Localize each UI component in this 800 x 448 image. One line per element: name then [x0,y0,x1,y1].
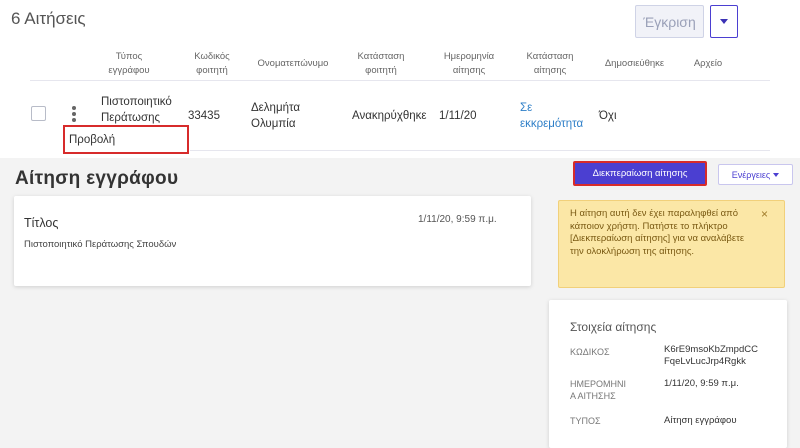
chevron-down-icon [773,172,780,177]
close-icon[interactable]: × [761,207,768,221]
alert-message: Η αίτηση αυτή δεν έχει παραληφθεί από κά… [570,208,745,257]
row-menu-kebab-icon[interactable] [71,105,77,125]
table-divider [190,150,770,151]
type-label: ΤΥΠΟΣ [570,416,601,426]
column-header-file[interactable]: Αρχείο [688,57,728,71]
process-request-button[interactable]: Διεκπεραίωση αίτησης [573,161,707,186]
column-header-request-date[interactable]: Ημερομηνία αίτησης [435,50,503,78]
cell-request-status-link[interactable]: Σε εκκρεμότητα [520,100,583,132]
cell-request-date: 1/11/20 [439,110,477,122]
request-timestamp: 1/11/20, 9:59 π.μ. [418,214,497,225]
bulk-actions-dropdown-button[interactable] [710,5,738,38]
chevron-down-icon [720,19,728,24]
column-header-student-status[interactable]: Κατάσταση φοιτητή [352,50,410,78]
row-select-checkbox[interactable] [31,106,46,121]
table-divider [30,80,770,81]
column-header-full-name[interactable]: Ονοματεπώνυμο [253,57,333,71]
column-header-doc-type[interactable]: Τύπος εγγράφου [100,50,158,78]
type-value: Αίτηση εγγράφου [664,415,737,426]
title-label: Τίτλος [24,216,59,230]
code-label: ΚΩΔΙΚΟΣ [570,347,610,357]
actions-button-label: Ενέργειες [731,169,771,180]
column-header-request-status[interactable]: Κατάσταση αίτησης [520,50,580,78]
title-value: Πιστοποιητικό Περάτωσης Σπουδών [24,239,177,250]
cell-student-code: 33435 [188,110,220,122]
info-card-title: Στοιχεία αίτησης [570,320,657,334]
cell-student-status: Ανακηρύχθηκε [352,110,427,122]
cell-published: Όχι [599,110,617,122]
page-title: Αίτηση εγγράφου [15,168,179,189]
request-date-label: ΗΜΕΡΟΜΗΝΙ Α ΑΙΤΗΣΗΣ [570,379,626,401]
column-header-student-code[interactable]: Κωδικός φοιτητή [183,50,241,78]
requests-count-title: 6 Αιτήσεις [11,9,86,28]
cell-full-name: Δελημήτα Ολυμπία [251,102,301,130]
request-date-value: 1/11/20, 9:59 π.μ. [664,378,739,389]
column-header-published[interactable]: Δημοσιεύθηκε [597,57,672,71]
cell-doc-type: Πιστοποιητικό Περάτωσης [101,96,172,124]
actions-dropdown-button[interactable]: Ενέργειες [718,164,793,185]
approve-button[interactable]: Έγκριση [635,5,704,38]
code-value: K6rE9msoKbZmpdCC FqeLvLucJrp4Rgkk [664,344,758,367]
row-menu-view-item[interactable]: Προβολή [63,125,189,154]
